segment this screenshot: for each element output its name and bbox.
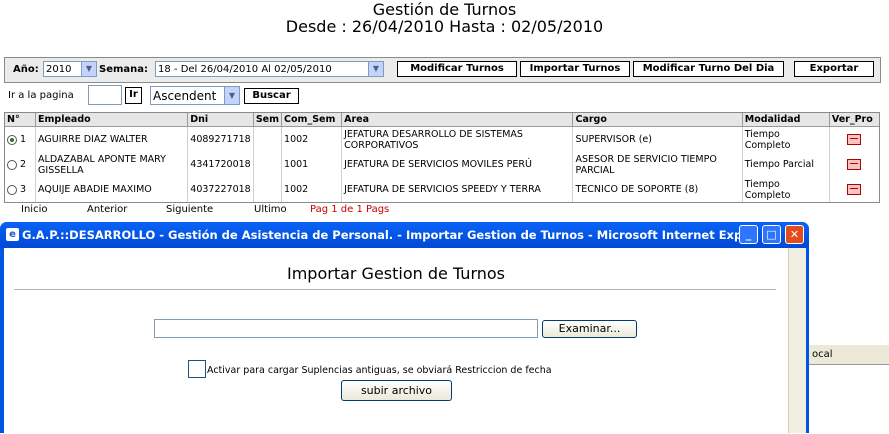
table-row: 1 AGUIRRE DIAZ WALTER 4089271718 1002 JE… — [5, 126, 879, 152]
page-number-input[interactable] — [88, 85, 122, 105]
anio-label: Año: — [13, 64, 39, 75]
dialog-heading: Importar Gestion de Turnos — [286, 264, 505, 283]
cell-empleado: AQUIJE ABADIE MAXIMO — [35, 177, 189, 202]
modificar-turno-dia-button[interactable]: Modificar Turno Del Dia — [633, 61, 784, 77]
col-ver-pro[interactable]: Ver_Pro — [829, 113, 879, 127]
cell-dni: 4089271718 — [187, 126, 254, 152]
order-select[interactable]: Ascendent ▼ — [150, 86, 240, 105]
anio-value: 2010 — [46, 64, 72, 75]
document-icon[interactable] — [847, 134, 862, 145]
cell-cargo: ASESOR DE SERVICIO TIEMPO PARCIAL — [572, 152, 743, 177]
row-number: 3 — [20, 184, 27, 195]
anio-select[interactable]: 2010 ▼ — [43, 61, 97, 77]
employees-grid: N° Empleado Dni Sem Com_Sem Area Cargo M… — [4, 112, 880, 203]
cell-modalidad: Tiempo Completo — [742, 126, 830, 152]
cell-area: JEFATURA DE SERVICIOS SPEEDY Y TERRA — [341, 177, 574, 202]
background-panel — [809, 364, 889, 434]
close-icon[interactable]: ✕ — [785, 225, 804, 244]
suplencias-checkbox[interactable] — [188, 360, 206, 378]
cell-empleado: ALDAZABAL APONTE MARY GISSELLA — [35, 152, 189, 177]
ir-a-pagina-label: Ir a la pagina — [8, 90, 74, 101]
pager-siguiente-link[interactable]: Siguiente — [166, 204, 213, 216]
chevron-down-icon: ▼ — [81, 62, 96, 76]
pager-anterior-link[interactable]: Anterior — [87, 204, 127, 216]
semana-label: Semana: — [99, 64, 149, 75]
cell-dni: 4341720018 — [187, 152, 254, 177]
background-partial-text: ocal — [812, 349, 833, 360]
col-area[interactable]: Area — [341, 113, 574, 127]
examinar-button[interactable]: Examinar... — [542, 320, 637, 338]
col-n[interactable]: N° — [5, 113, 37, 127]
semana-value: 18 - Del 26/04/2010 Al 02/05/2010 — [158, 64, 332, 75]
dialog-title: G.A.P.::DESARROLLO - Gestión de Asistenc… — [22, 228, 760, 242]
col-com-sem[interactable]: Com_Sem — [281, 113, 343, 127]
ie-icon: e — [6, 228, 19, 241]
modificar-turnos-button[interactable]: Modificar Turnos — [397, 61, 517, 77]
col-sem[interactable]: Sem — [253, 113, 283, 127]
row-number: 2 — [20, 159, 27, 170]
col-modalidad[interactable]: Modalidad — [742, 113, 830, 127]
ir-button[interactable]: Ir — [125, 87, 142, 104]
cell-com-sem: 1002 — [281, 177, 343, 202]
semana-select[interactable]: 18 - Del 26/04/2010 Al 02/05/2010 ▼ — [155, 61, 384, 77]
cell-cargo: TECNICO DE SOPORTE (8) — [572, 177, 743, 202]
cell-com-sem: 1001 — [281, 152, 343, 177]
row-select-radio[interactable] — [7, 134, 17, 145]
importar-turnos-button[interactable]: Importar Turnos — [520, 61, 630, 77]
grid-header-row: N° Empleado Dni Sem Com_Sem Area Cargo M… — [5, 113, 879, 127]
cell-area: JEFATURA DESARROLLO DE SISTEMAS CORPORAT… — [341, 126, 574, 152]
col-cargo[interactable]: Cargo — [572, 113, 743, 127]
table-row: 2 ALDAZABAL APONTE MARY GISSELLA 4341720… — [5, 152, 879, 177]
divider — [14, 289, 776, 290]
subir-archivo-button[interactable]: subir archivo — [341, 380, 452, 401]
order-value: Ascendent — [153, 89, 217, 103]
cell-empleado: AGUIRRE DIAZ WALTER — [35, 126, 189, 152]
cell-area: JEFATURA DE SERVICIOS MOVILES PERÚ — [341, 152, 574, 177]
minimize-icon[interactable]: _ — [739, 225, 758, 244]
pager-status: Pag 1 de 1 Pags — [310, 204, 390, 215]
cell-com-sem: 1002 — [281, 126, 343, 152]
file-path-input[interactable] — [154, 319, 538, 338]
vertical-scrollbar[interactable] — [788, 248, 806, 433]
document-icon[interactable] — [847, 184, 862, 195]
document-icon[interactable] — [847, 159, 862, 170]
col-dni[interactable]: Dni — [187, 113, 254, 127]
cell-modalidad: Tiempo Completo — [742, 177, 830, 202]
maximize-icon[interactable]: □ — [762, 225, 781, 244]
row-number: 1 — [20, 134, 27, 145]
chevron-down-icon: ▼ — [368, 62, 383, 76]
row-select-radio[interactable] — [7, 159, 17, 170]
pager-ultimo-link[interactable]: Ultimo — [254, 204, 287, 216]
pager-inicio-link[interactable]: Inicio — [21, 204, 47, 216]
cell-sem — [253, 126, 283, 152]
cell-cargo: SUPERVISOR (e) — [572, 126, 743, 152]
suplencias-label: Activar para cargar Suplencias antiguas,… — [207, 365, 552, 376]
cell-modalidad: Tiempo Parcial — [742, 152, 830, 177]
col-empleado[interactable]: Empleado — [35, 113, 189, 127]
page-subtitle: Desde : 26/04/2010 Hasta : 02/05/2010 — [285, 17, 604, 36]
table-row: 3 AQUIJE ABADIE MAXIMO 4037227018 1002 J… — [5, 177, 879, 202]
buscar-button[interactable]: Buscar — [244, 88, 299, 104]
row-select-radio[interactable] — [7, 184, 17, 195]
cell-dni: 4037227018 — [187, 177, 254, 202]
cell-sem — [253, 177, 283, 202]
cell-sem — [253, 152, 283, 177]
exportar-button[interactable]: Exportar — [794, 61, 874, 77]
chevron-down-icon: ▼ — [224, 87, 239, 104]
